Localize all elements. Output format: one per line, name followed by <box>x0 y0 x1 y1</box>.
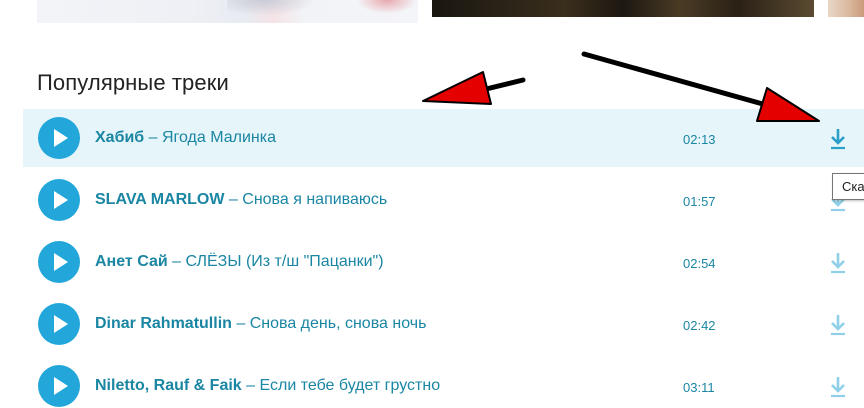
track-duration: 02:42 <box>683 318 716 333</box>
play-button[interactable] <box>38 303 80 345</box>
track-duration: 02:13 <box>683 132 716 147</box>
track-duration: 01:57 <box>683 194 716 209</box>
track-title[interactable]: Dinar Rahmatullin – Снова день, снова но… <box>95 315 426 333</box>
track-artist[interactable]: Анет Сай <box>95 253 168 270</box>
download-icon <box>831 315 845 336</box>
track-artist[interactable]: Niletto, Rauf & Faik <box>95 377 242 394</box>
album-thumbnail[interactable] <box>432 0 814 17</box>
track-song[interactable]: Снова день, снова ночь <box>250 315 427 332</box>
track-list: Хабиб – Ягода Малинка 02:13 SLAVA MARLOW… <box>23 109 864 408</box>
album-thumbnail[interactable] <box>828 0 864 17</box>
track-song[interactable]: Если тебе будет грустно <box>259 377 440 394</box>
page: Популярные треки Хабиб – Ягода Малинка 0… <box>0 0 864 408</box>
section-title: Популярные треки <box>37 70 229 95</box>
track-separator: – <box>167 253 186 270</box>
track-song[interactable]: СЛЁЗЫ (Из т/ш "Пацанки") <box>185 253 383 270</box>
track-artist[interactable]: Хабиб <box>95 129 144 146</box>
download-icon <box>831 129 845 150</box>
track-duration: 03:11 <box>683 380 715 395</box>
track-artist[interactable]: Dinar Rahmatullin <box>95 315 232 332</box>
track-title[interactable]: Хабиб – Ягода Малинка <box>95 129 276 147</box>
play-icon <box>54 191 68 209</box>
track-separator: – <box>224 191 243 208</box>
download-button[interactable] <box>828 127 848 151</box>
track-row[interactable]: Dinar Rahmatullin – Снова день, снова но… <box>23 295 864 353</box>
thumbnail-image-detail <box>357 0 417 14</box>
play-icon <box>54 129 68 147</box>
annotation-arrow-left <box>422 71 526 105</box>
track-row[interactable]: Хабиб – Ягода Малинка 02:13 <box>23 109 864 167</box>
play-icon <box>54 253 68 271</box>
download-icon <box>831 253 845 274</box>
play-button[interactable] <box>38 117 80 159</box>
play-button[interactable] <box>38 365 80 407</box>
track-row[interactable]: Niletto, Rauf & Faik – Если тебе будет г… <box>23 357 864 408</box>
track-duration: 02:54 <box>683 256 716 271</box>
download-tooltip: Ска <box>832 173 864 200</box>
track-artist[interactable]: SLAVA MARLOW <box>95 191 224 208</box>
play-icon <box>54 315 68 333</box>
thumbnail-image-detail <box>227 0 317 16</box>
track-row[interactable]: Анет Сай – СЛЁЗЫ (Из т/ш "Пацанки") 02:5… <box>23 233 864 291</box>
track-title[interactable]: Niletto, Rauf & Faik – Если тебе будет г… <box>95 377 440 395</box>
album-thumbnail[interactable] <box>37 0 418 23</box>
play-button[interactable] <box>38 241 80 283</box>
download-button[interactable] <box>828 313 848 337</box>
play-icon <box>54 377 68 395</box>
track-row[interactable]: SLAVA MARLOW – Снова я напиваюсь 01:57 <box>23 171 864 229</box>
track-song[interactable]: Снова я напиваюсь <box>242 191 387 208</box>
track-title[interactable]: Анет Сай – СЛЁЗЫ (Из т/ш "Пацанки") <box>95 253 384 271</box>
track-title[interactable]: SLAVA MARLOW – Снова я напиваюсь <box>95 191 387 209</box>
download-icon <box>831 377 845 398</box>
play-button[interactable] <box>38 179 80 221</box>
track-song[interactable]: Ягода Малинка <box>162 129 276 146</box>
track-separator: – <box>241 377 260 394</box>
download-button[interactable] <box>828 251 848 275</box>
download-button[interactable] <box>828 375 848 399</box>
track-separator: – <box>231 315 250 332</box>
track-separator: – <box>144 129 162 146</box>
